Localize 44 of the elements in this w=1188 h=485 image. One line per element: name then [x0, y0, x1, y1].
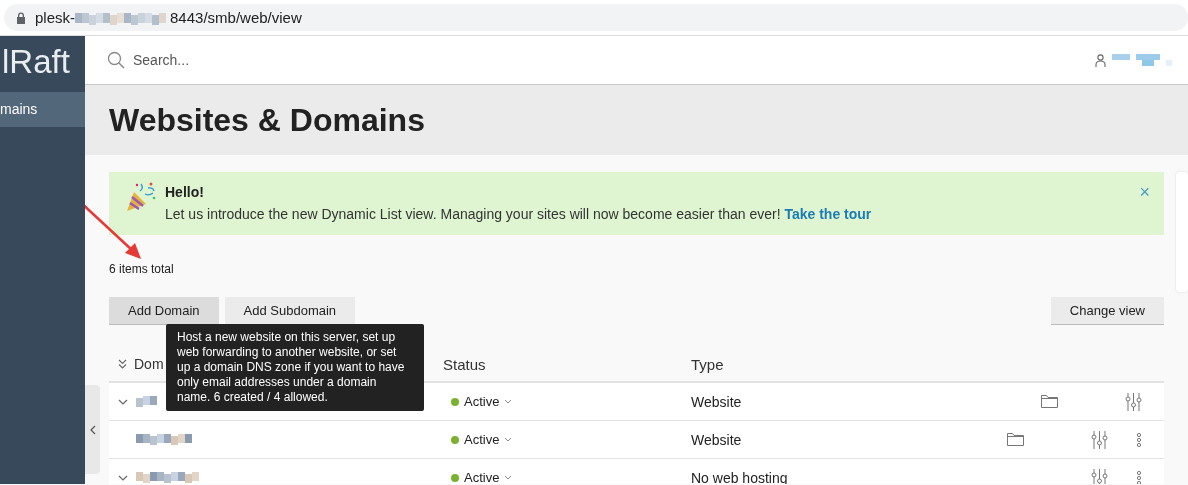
- folder-icon[interactable]: [1007, 433, 1024, 446]
- chevron-left-icon: [89, 424, 96, 435]
- sidebar-item[interactable]: mains: [0, 92, 85, 127]
- banner-text: Let us introduce the new Dynamic List view. Managing your sites will now become easier than ever!: [165, 206, 781, 222]
- status-dropdown[interactable]: Active: [451, 432, 513, 447]
- lock-icon: [16, 11, 26, 24]
- column-header[interactable]: Dom: [134, 356, 164, 372]
- url-text: plesk-: [35, 9, 75, 26]
- sliders-icon[interactable]: [1125, 392, 1142, 411]
- table-cell: Website: [691, 393, 742, 410]
- caret-icon: [504, 399, 513, 404]
- tour-link[interactable]: Take the tour: [784, 206, 872, 222]
- sliders-icon[interactable]: [1091, 468, 1108, 484]
- caret-icon: [504, 475, 513, 480]
- column-header[interactable]: Type: [691, 355, 724, 373]
- blurred-text-drawing: [136, 396, 157, 407]
- search-icon: [107, 51, 125, 69]
- blurred-text-drawing: [1112, 54, 1174, 66]
- folder-icon[interactable]: [1041, 395, 1058, 408]
- logo-text: lRaft: [2, 42, 71, 82]
- caret-icon: [504, 437, 513, 442]
- status-dropdown[interactable]: Active: [451, 470, 513, 484]
- banner-title: Hello!: [165, 184, 205, 200]
- address-field[interactable]: plesk- 8443/smb/web/view: [4, 4, 1188, 31]
- chevron-down-icon[interactable]: [118, 474, 128, 481]
- blurred-text-drawing: [136, 472, 199, 483]
- blurred-text-drawing: [136, 434, 192, 445]
- status-dropdown[interactable]: Active: [451, 394, 513, 409]
- column-header[interactable]: Status: [443, 355, 486, 373]
- collapse-all-icon[interactable]: [118, 359, 127, 369]
- page-title: Websites & Domains: [109, 101, 425, 139]
- toolbar-button[interactable]: Add Subdomain: [224, 297, 356, 325]
- sliders-icon[interactable]: [1091, 430, 1108, 449]
- user-icon: [1095, 53, 1106, 67]
- tooltip: Host a new website on this server, set up web forwarding to another website, or set up a domain DNS zone if you want to have only email addresses under a domain name. 6 created / 4 allowed.: [166, 324, 424, 411]
- url-text: 8443/smb/web/view: [170, 9, 302, 26]
- table-row[interactable]: Active Website: [109, 421, 1164, 459]
- table-cell: Website: [691, 431, 742, 448]
- more-icon[interactable]: [1136, 432, 1142, 447]
- change-view-button[interactable]: Change view: [1050, 297, 1164, 325]
- chevron-down-icon[interactable]: [118, 398, 128, 405]
- toolbar-button[interactable]: Add Domain: [109, 297, 219, 325]
- more-icon[interactable]: [1136, 470, 1142, 484]
- items-total: 6 items total: [109, 262, 175, 276]
